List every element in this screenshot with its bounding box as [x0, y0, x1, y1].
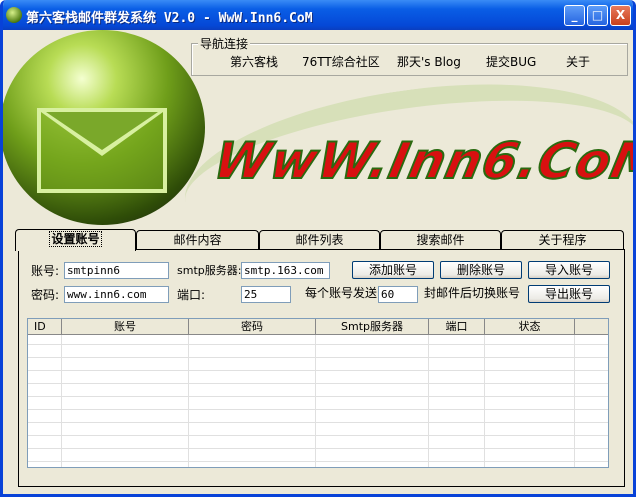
- account-label: 账号:: [31, 264, 60, 278]
- import-account-button[interactable]: 导入账号: [528, 261, 610, 279]
- port-label: 端口:: [177, 288, 206, 302]
- tab-search-mail[interactable]: 搜索邮件: [380, 230, 501, 250]
- mail-logo-sphere: [3, 30, 205, 225]
- column-header-port[interactable]: 端口: [429, 319, 485, 335]
- envelope-icon: [37, 108, 167, 193]
- nav-link-bug[interactable]: 提交BUG: [486, 53, 536, 70]
- maximize-button[interactable]: □: [587, 5, 608, 26]
- delete-account-button[interactable]: 删除账号: [440, 261, 522, 279]
- column-header-id[interactable]: ID: [28, 319, 62, 335]
- tab-label: 设置账号: [49, 231, 102, 247]
- tab-mail-content[interactable]: 邮件内容: [136, 230, 259, 250]
- port-input[interactable]: 25: [241, 286, 291, 303]
- tab-about-program[interactable]: 关于程序: [501, 230, 624, 250]
- tab-mail-list[interactable]: 邮件列表: [259, 230, 380, 250]
- password-input[interactable]: www.inn6.com: [64, 286, 169, 303]
- smtp-label: smtp服务器:: [177, 264, 242, 277]
- column-header-filler: [575, 319, 608, 335]
- per-account-label: 每个账号发送: [305, 286, 378, 300]
- close-button[interactable]: X: [610, 5, 631, 26]
- accounts-grid[interactable]: ID 账号 密码 Smtp服务器 端口 状态: [27, 318, 609, 468]
- account-input[interactable]: smtpinn6: [64, 262, 169, 279]
- switch-label: 封邮件后切换账号: [424, 286, 521, 300]
- title-bar[interactable]: 第六客栈邮件群发系统 V2.0 - WwW.Inn6.CoM _ □ X: [3, 0, 633, 30]
- nav-link-blog[interactable]: 那天's Blog: [397, 53, 461, 70]
- grid-column: [316, 335, 429, 467]
- nav-link-inn6[interactable]: 第六客栈: [230, 53, 278, 70]
- column-header-status[interactable]: 状态: [485, 319, 575, 335]
- main-window: 第六客栈邮件群发系统 V2.0 - WwW.Inn6.CoM _ □ X 第六客…: [0, 0, 636, 497]
- smtp-input[interactable]: smtp.163.com: [241, 262, 330, 279]
- password-label: 密码:: [31, 288, 60, 302]
- per-account-input[interactable]: 60: [378, 286, 418, 303]
- export-account-button[interactable]: 导出账号: [528, 285, 610, 303]
- grid-column: [28, 335, 62, 467]
- grid-column: [485, 335, 575, 467]
- grid-column: [62, 335, 189, 467]
- nav-group-title: 导航连接: [198, 35, 251, 52]
- add-account-button[interactable]: 添加账号: [352, 261, 434, 279]
- column-header-password[interactable]: 密码: [189, 319, 316, 335]
- tab-accounts[interactable]: 设置账号: [15, 229, 136, 251]
- column-header-smtp[interactable]: Smtp服务器: [316, 319, 429, 335]
- column-header-account[interactable]: 账号: [62, 319, 189, 335]
- window-title: 第六客栈邮件群发系统 V2.0 - WwW.Inn6.CoM: [26, 11, 313, 26]
- minimize-button[interactable]: _: [564, 5, 585, 26]
- nav-link-about[interactable]: 关于: [566, 53, 590, 70]
- app-icon: [6, 7, 22, 23]
- nav-group: 第六客栈 76TT综合社区 那天's Blog 提交BUG 关于: [191, 43, 628, 76]
- grid-column: [189, 335, 316, 467]
- site-logo-text: WwW.Inn6.CoM: [208, 131, 636, 191]
- nav-link-76tt[interactable]: 76TT综合社区: [302, 53, 380, 70]
- grid-column: [429, 335, 485, 467]
